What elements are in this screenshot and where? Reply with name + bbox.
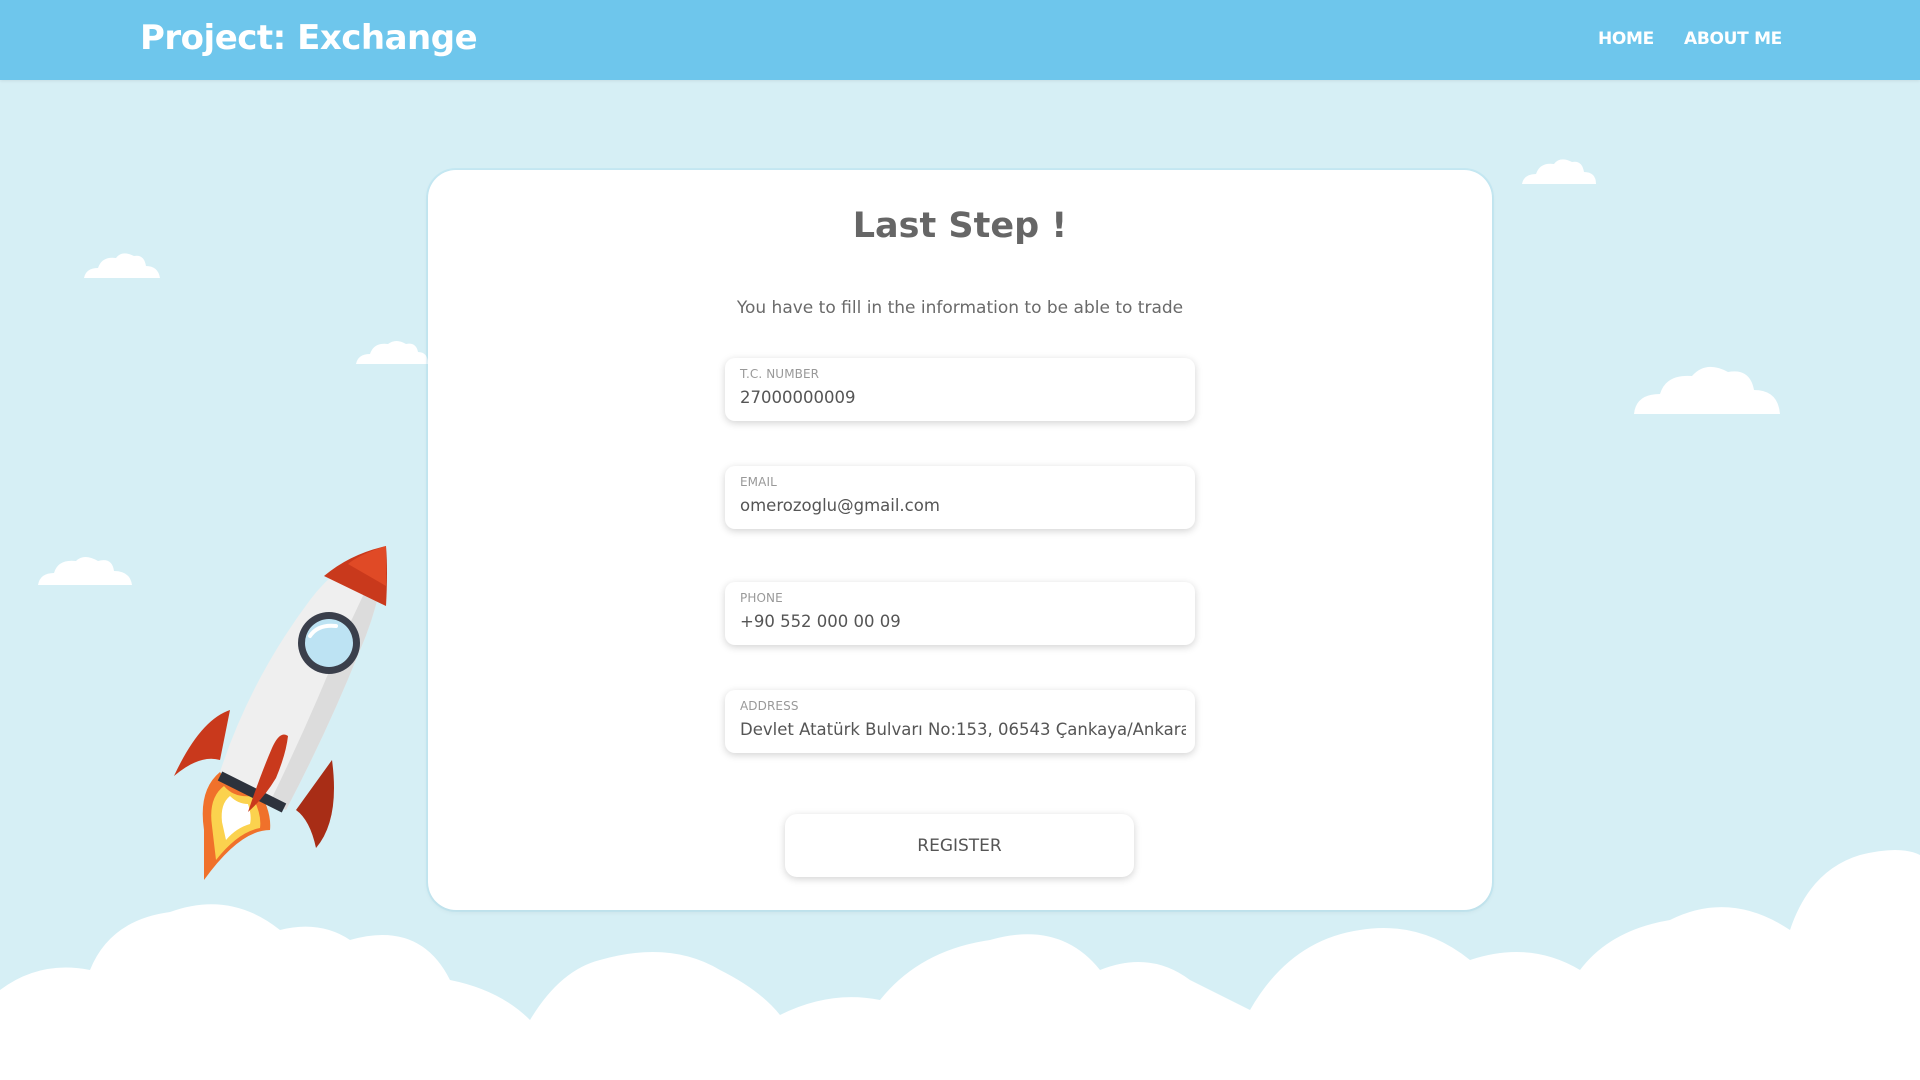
cloud-small-1	[84, 253, 160, 278]
email-field[interactable]: EMAIL	[725, 466, 1195, 529]
address-label: ADDRESS	[740, 699, 799, 713]
tc-number-label: T.C. NUMBER	[740, 367, 820, 381]
register-button[interactable]: REGISTER	[785, 814, 1134, 877]
email-input[interactable]	[740, 496, 1186, 515]
tc-number-field[interactable]: T.C. NUMBER	[725, 358, 1195, 421]
address-input[interactable]	[740, 720, 1186, 739]
nav-link-home[interactable]: HOME	[1598, 29, 1654, 49]
cloud-small-2	[356, 341, 428, 364]
phone-field[interactable]: PHONE	[725, 582, 1195, 645]
nav-link-about-me[interactable]: ABOUT ME	[1684, 29, 1782, 49]
phone-input[interactable]	[740, 612, 1186, 631]
nav-links: HOME ABOUT ME	[1598, 29, 1782, 49]
email-label: EMAIL	[740, 475, 777, 489]
tc-number-input[interactable]	[740, 388, 1186, 407]
cloud-small-3	[38, 557, 132, 585]
register-form-card: Last Step ! You have to fill in the info…	[428, 170, 1492, 910]
top-navbar: Project: Exchange HOME ABOUT ME	[0, 0, 1920, 80]
cloud-small-4	[1522, 159, 1596, 184]
form-subtitle: You have to fill in the information to b…	[736, 298, 1184, 318]
cloud-small-5	[1634, 366, 1780, 414]
brand-title[interactable]: Project: Exchange	[140, 18, 478, 58]
rocket-illustration	[174, 546, 387, 880]
form-title: Last Step !	[852, 206, 1068, 246]
phone-label: PHONE	[740, 591, 783, 605]
address-field[interactable]: ADDRESS	[725, 690, 1195, 753]
